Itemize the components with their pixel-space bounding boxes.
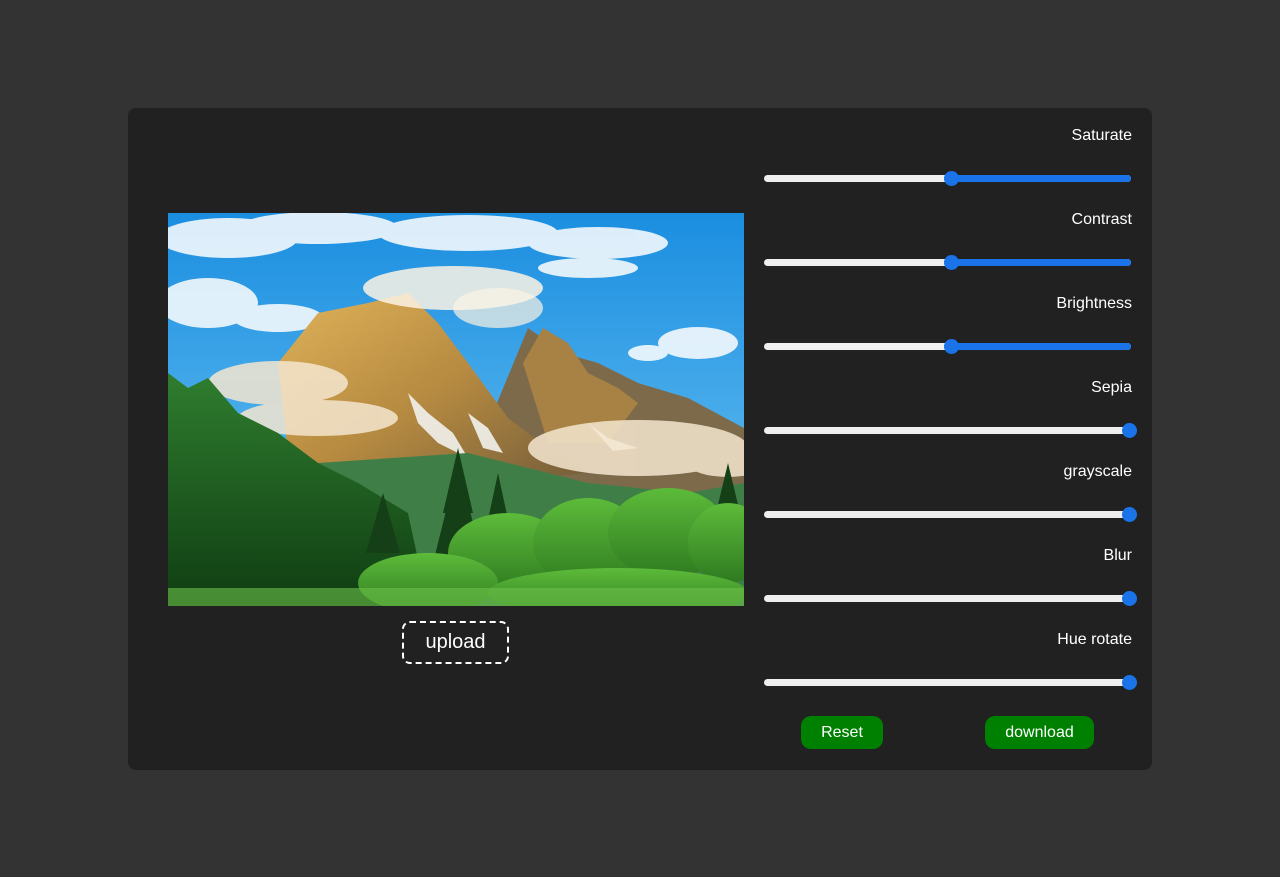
contrast-slider[interactable] — [764, 255, 1133, 270]
hue-rotate-slider-thumb[interactable] — [1122, 675, 1137, 690]
brightness-label: Brightness — [1056, 295, 1132, 312]
blur-slider-thumb[interactable] — [1122, 591, 1137, 606]
grayscale-slider-thumb[interactable] — [1122, 507, 1137, 522]
control-hue-rotate: Hue rotate — [764, 612, 1137, 696]
brightness-slider[interactable] — [764, 339, 1133, 354]
brightness-slider-thumb[interactable] — [943, 339, 959, 354]
image-preview — [168, 213, 744, 606]
blur-label: Blur — [1103, 547, 1132, 564]
mountain-landscape-image — [168, 213, 744, 606]
sepia-slider[interactable] — [764, 423, 1137, 438]
sepia-label: Sepia — [1091, 379, 1132, 396]
contrast-slider-fill — [943, 259, 1131, 266]
saturate-slider[interactable] — [764, 171, 1133, 186]
control-brightness: Brightness — [764, 276, 1133, 360]
blur-slider[interactable] — [764, 591, 1137, 606]
saturate-slider-thumb[interactable] — [943, 171, 959, 186]
sepia-slider-track[interactable] — [764, 427, 1131, 434]
control-contrast: Contrast — [764, 192, 1133, 276]
control-grayscale: grayscale — [764, 444, 1137, 528]
contrast-label: Contrast — [1071, 211, 1132, 228]
contrast-slider-thumb[interactable] — [943, 255, 959, 270]
upload-button[interactable]: upload — [402, 621, 509, 664]
control-saturate: Saturate — [764, 108, 1133, 192]
brightness-slider-fill — [943, 343, 1131, 350]
reset-button[interactable]: Reset — [801, 716, 883, 749]
editor-card: upload Saturate Contrast Brightness Sepia gr… — [128, 108, 1152, 770]
control-sepia: Sepia — [764, 360, 1137, 444]
grayscale-slider[interactable] — [764, 507, 1137, 522]
grayscale-label: grayscale — [1063, 463, 1132, 480]
sepia-slider-thumb[interactable] — [1122, 423, 1137, 438]
grayscale-slider-track[interactable] — [764, 511, 1131, 518]
hue-rotate-slider-track[interactable] — [764, 679, 1131, 686]
control-blur: Blur — [764, 528, 1137, 612]
blur-slider-track[interactable] — [764, 595, 1131, 602]
hue-rotate-label: Hue rotate — [1057, 631, 1132, 648]
saturate-slider-fill — [943, 175, 1131, 182]
saturate-label: Saturate — [1071, 127, 1132, 144]
download-button[interactable]: download — [985, 716, 1094, 749]
hue-rotate-slider[interactable] — [764, 675, 1137, 690]
